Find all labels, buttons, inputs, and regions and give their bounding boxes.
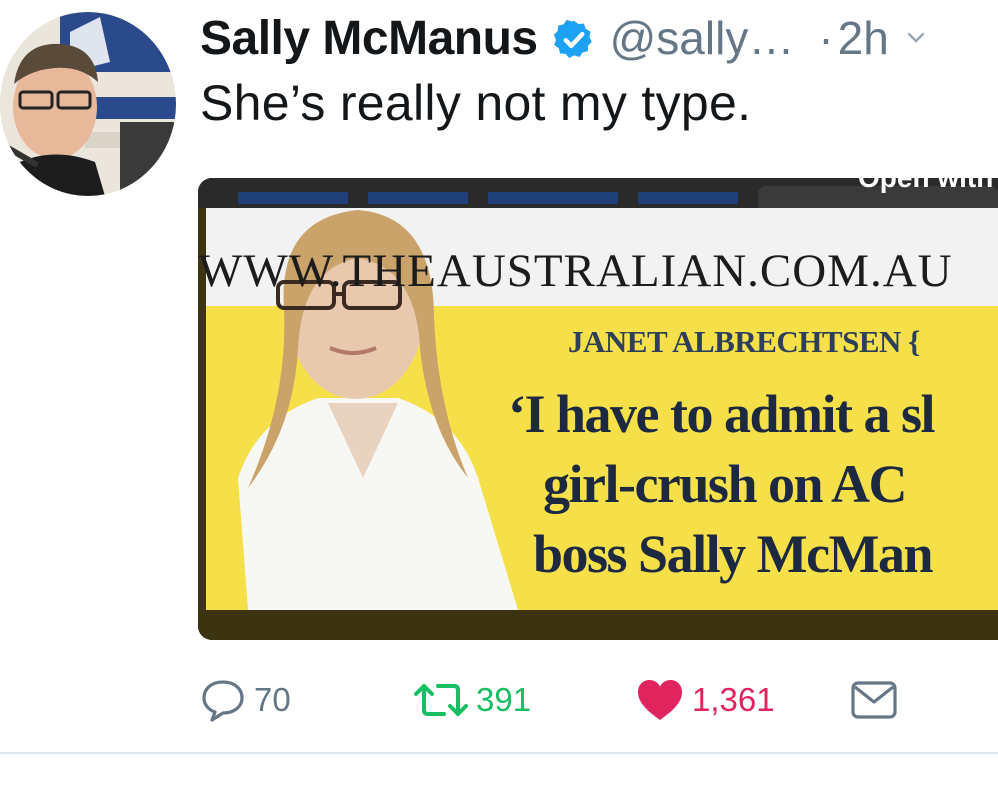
avatar-photo — [0, 12, 176, 196]
tweet-text: She’s really not my type. — [200, 75, 752, 131]
tweet-action-bar: 70 391 1,361 — [200, 672, 998, 728]
like-count: 1,361 — [692, 681, 775, 718]
tweet-timestamp[interactable]: 2h — [838, 11, 889, 65]
separator-dot: · — [818, 12, 834, 64]
reply-button[interactable]: 70 — [200, 672, 291, 728]
retweet-button[interactable]: 391 — [414, 672, 531, 728]
tweet-divider — [0, 752, 998, 754]
author-name[interactable]: Sally McManus — [200, 11, 538, 66]
tweet-header: Sally McManus @sally… · 2h — [200, 8, 998, 68]
site-url-text: WWW.THEAUSTRALIAN.COM.AU — [198, 245, 953, 297]
direct-message-icon — [851, 681, 897, 719]
reply-count: 70 — [254, 681, 291, 718]
verified-badge-icon — [553, 19, 592, 58]
byline-text: JANET ALBRECHTSEN { — [568, 324, 920, 359]
like-button[interactable]: 1,361 — [636, 672, 775, 728]
author-handle[interactable]: @sally… — [610, 11, 795, 65]
direct-message-button[interactable] — [850, 672, 906, 728]
like-icon — [638, 680, 682, 720]
reply-icon — [202, 680, 244, 722]
headline-line-2: girl-crush on AC — [543, 454, 908, 514]
headline-line-1: ‘I have to admit a sl — [508, 384, 936, 444]
author-avatar[interactable] — [0, 12, 176, 196]
retweet-count: 391 — [476, 681, 532, 718]
chevron-down-icon[interactable] — [907, 24, 925, 52]
retweet-icon — [414, 684, 468, 716]
open-with-overlay[interactable]: Open with — [858, 178, 993, 194]
headline-line-3: boss Sally McMan — [533, 524, 934, 584]
tweet-media-image[interactable]: Open with WWW.THEAUSTRALIAN.COM.AU JANET… — [198, 178, 998, 640]
